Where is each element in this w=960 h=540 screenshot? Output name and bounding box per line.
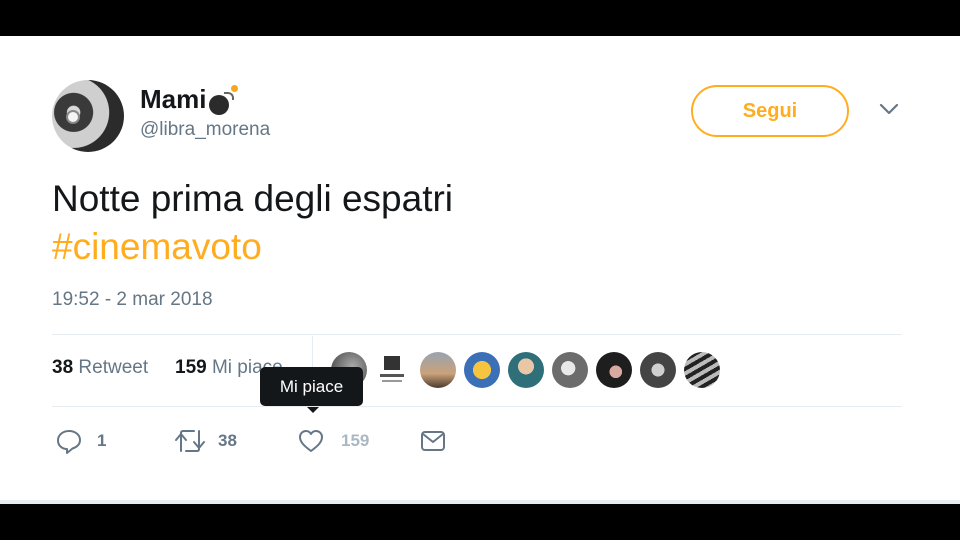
retweet-button[interactable]: 38 [174, 427, 237, 455]
divider-bottom [52, 406, 902, 407]
reply-icon [57, 430, 81, 454]
retweet-count: 38 [218, 431, 237, 450]
card-bottom-border [0, 500, 960, 504]
like-tooltip: Mi piace [260, 367, 363, 406]
avatar[interactable] [52, 80, 124, 152]
chevron-down-icon[interactable] [878, 101, 900, 117]
liker-avatar[interactable] [420, 352, 456, 388]
retweet-stat-count: 38 [52, 357, 74, 378]
retweet-stat[interactable]: 38 Retweet [52, 357, 148, 379]
message-icon [421, 431, 445, 451]
like-count: 159 [341, 431, 370, 450]
liker-avatar[interactable] [376, 352, 408, 388]
reply-count: 1 [97, 431, 107, 450]
like-button[interactable]: 159 [297, 427, 369, 455]
display-name[interactable]: Mami [140, 84, 239, 115]
divider-top [52, 334, 902, 335]
likes-stat-count: 159 [175, 357, 207, 378]
liker-avatar[interactable] [508, 352, 544, 388]
retweet-icon [175, 430, 205, 452]
liker-avatar[interactable] [640, 352, 676, 388]
liker-avatar[interactable] [464, 352, 500, 388]
liker-avatar[interactable] [552, 352, 588, 388]
display-name-text[interactable]: Mami [140, 84, 206, 115]
follow-button[interactable]: Segui [691, 85, 849, 137]
liker-avatar[interactable] [684, 352, 720, 388]
direct-message-button[interactable] [419, 427, 447, 455]
reply-button[interactable]: 1 [55, 427, 106, 455]
user-handle[interactable]: @libra_morena [140, 119, 270, 141]
bomb-icon [209, 84, 239, 115]
liker-avatar[interactable] [596, 352, 632, 388]
retweet-stat-label: Retweet [78, 357, 149, 378]
tweet-timestamp[interactable]: 19:52 - 2 mar 2018 [52, 289, 213, 311]
tweet-text: Notte prima degli espatri [52, 178, 454, 219]
heart-icon [299, 430, 323, 452]
hashtag-link[interactable]: #cinemavoto [52, 223, 262, 271]
